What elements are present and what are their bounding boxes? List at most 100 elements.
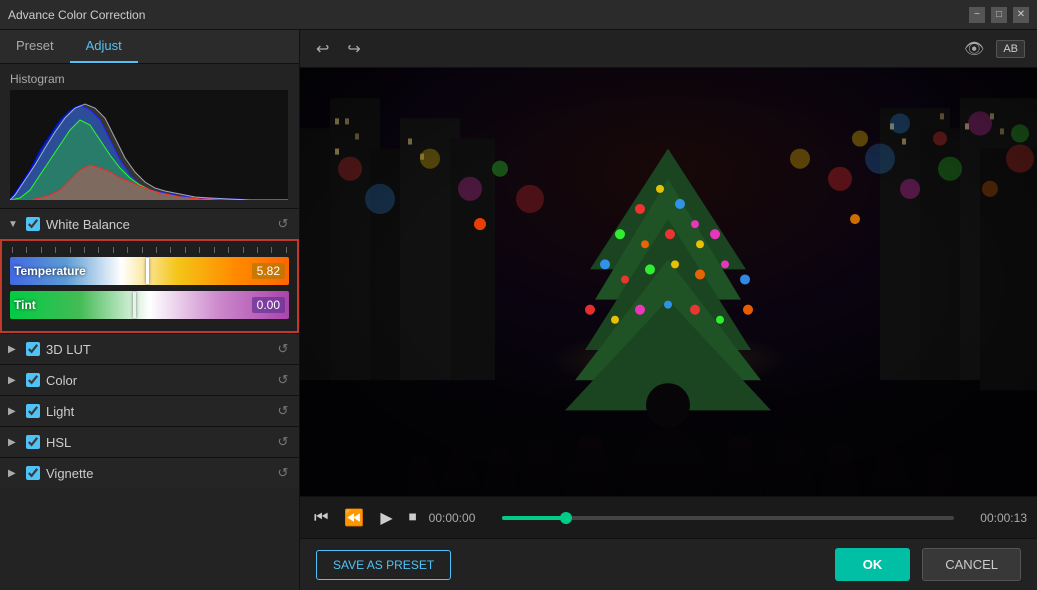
toolbar-left-buttons: ↩ ↪ xyxy=(312,37,365,61)
chevron-down-icon: ▼ xyxy=(8,217,22,231)
tick xyxy=(271,247,272,253)
video-area xyxy=(300,68,1037,496)
section-header-3d-lut[interactable]: ▶ 3D LUT ↺ xyxy=(0,334,299,364)
rewind-button[interactable]: ⏪ xyxy=(340,506,368,530)
chevron-right-icon: ▶ xyxy=(8,435,22,449)
tick xyxy=(98,247,99,253)
tick xyxy=(170,247,171,253)
video-controls: ⏮ ⏪ ▶ ⏹ 00:00:00 00:00:13 xyxy=(300,496,1037,538)
chevron-right-icon: ▶ xyxy=(8,466,22,480)
histogram-svg xyxy=(10,90,288,200)
progress-bar[interactable] xyxy=(502,516,954,520)
histogram-section: Histogram xyxy=(0,64,299,208)
right-panel: ↩ ↪ 👁 AB xyxy=(300,30,1037,590)
section-reset-hsl[interactable]: ↺ xyxy=(275,434,291,450)
tab-preset[interactable]: Preset xyxy=(0,30,70,63)
tick xyxy=(41,247,42,253)
progress-fill xyxy=(502,516,565,520)
section-header-vignette[interactable]: ▶ Vignette ↺ xyxy=(0,458,299,488)
tint-value: 0.00 xyxy=(252,297,285,313)
tick xyxy=(70,247,71,253)
maximize-button[interactable]: □ xyxy=(991,7,1007,23)
section-header-color[interactable]: ▶ Color ↺ xyxy=(0,365,299,395)
section-label-light: Light xyxy=(46,404,275,419)
section-checkbox-color[interactable] xyxy=(26,373,40,387)
section-white-balance: ▼ White Balance ↺ xyxy=(0,208,299,333)
temperature-tick-marks xyxy=(10,247,289,255)
window-title: Advance Color Correction xyxy=(8,8,145,22)
temperature-slider-row: Temperature 5.82 xyxy=(10,257,289,285)
video-scene xyxy=(300,68,1037,496)
cancel-button[interactable]: CANCEL xyxy=(922,548,1021,581)
section-checkbox-3d-lut[interactable] xyxy=(26,342,40,356)
tint-thumb[interactable] xyxy=(133,292,136,318)
action-buttons: OK CANCEL xyxy=(835,548,1021,581)
play-button[interactable]: ▶ xyxy=(376,506,396,530)
save-preset-button[interactable]: SAVE AS PRESET xyxy=(316,550,451,580)
section-color: ▶ Color ↺ xyxy=(0,364,299,395)
sections-area: ▼ White Balance ↺ xyxy=(0,208,299,590)
tint-slider-track[interactable]: Tint 0.00 xyxy=(10,291,289,319)
section-vignette: ▶ Vignette ↺ xyxy=(0,457,299,488)
ab-badge[interactable]: AB xyxy=(996,40,1025,58)
tick xyxy=(257,247,258,253)
current-time: 00:00:00 xyxy=(429,511,494,525)
progress-thumb[interactable] xyxy=(560,512,572,524)
tint-label: Tint xyxy=(14,298,36,312)
temperature-thumb[interactable] xyxy=(146,258,149,284)
window-controls: − □ ✕ xyxy=(969,7,1029,23)
tick xyxy=(12,247,13,253)
close-button[interactable]: ✕ xyxy=(1013,7,1029,23)
section-header-light[interactable]: ▶ Light ↺ xyxy=(0,396,299,426)
tabs: Preset Adjust xyxy=(0,30,299,64)
section-light: ▶ Light ↺ xyxy=(0,395,299,426)
tick xyxy=(26,247,27,253)
ok-button[interactable]: OK xyxy=(835,548,911,581)
redo-button[interactable]: ↪ xyxy=(343,37,364,61)
tick xyxy=(214,247,215,253)
chevron-right-icon: ▶ xyxy=(8,404,22,418)
tick xyxy=(228,247,229,253)
temperature-label: Temperature xyxy=(14,264,86,278)
tick xyxy=(142,247,143,253)
chevron-right-icon: ▶ xyxy=(8,342,22,356)
tick xyxy=(84,247,85,253)
section-label-white-balance: White Balance xyxy=(46,217,275,232)
main-layout: Preset Adjust Histogram xyxy=(0,30,1037,590)
stop-button[interactable]: ⏹ xyxy=(405,507,421,529)
white-balance-controls: Temperature 5.82 Tint 0.00 xyxy=(0,239,299,333)
temperature-value: 5.82 xyxy=(252,263,285,279)
histogram-canvas xyxy=(10,90,288,200)
section-reset-3d-lut[interactable]: ↺ xyxy=(275,341,291,357)
section-checkbox-hsl[interactable] xyxy=(26,435,40,449)
step-back-button[interactable]: ⏮ xyxy=(310,507,332,529)
section-reset-light[interactable]: ↺ xyxy=(275,403,291,419)
section-checkbox-light[interactable] xyxy=(26,404,40,418)
minimize-button[interactable]: − xyxy=(969,7,985,23)
section-reset-white-balance[interactable]: ↺ xyxy=(275,216,291,232)
undo-button[interactable]: ↩ xyxy=(312,37,333,61)
eye-button[interactable]: 👁 xyxy=(960,37,988,61)
tab-adjust[interactable]: Adjust xyxy=(70,30,138,63)
histogram-title: Histogram xyxy=(10,72,289,86)
bottom-bar: SAVE AS PRESET OK CANCEL xyxy=(300,538,1037,590)
section-checkbox-white-balance[interactable] xyxy=(26,217,40,231)
tick xyxy=(185,247,186,253)
left-panel: Preset Adjust Histogram xyxy=(0,30,300,590)
section-label-vignette: Vignette xyxy=(46,466,275,481)
scene-svg xyxy=(300,68,1037,496)
tick xyxy=(243,247,244,253)
section-3d-lut: ▶ 3D LUT ↺ xyxy=(0,333,299,364)
section-label-3d-lut: 3D LUT xyxy=(46,342,275,357)
section-reset-vignette[interactable]: ↺ xyxy=(275,465,291,481)
section-reset-color[interactable]: ↺ xyxy=(275,372,291,388)
temperature-slider-track[interactable]: Temperature 5.82 xyxy=(10,257,289,285)
section-header-white-balance[interactable]: ▼ White Balance ↺ xyxy=(0,209,299,239)
toolbar-right-buttons: 👁 AB xyxy=(960,37,1025,61)
section-header-hsl[interactable]: ▶ HSL ↺ xyxy=(0,427,299,457)
tick xyxy=(286,247,287,253)
tick xyxy=(156,247,157,253)
tick xyxy=(113,247,114,253)
tick xyxy=(55,247,56,253)
section-checkbox-vignette[interactable] xyxy=(26,466,40,480)
